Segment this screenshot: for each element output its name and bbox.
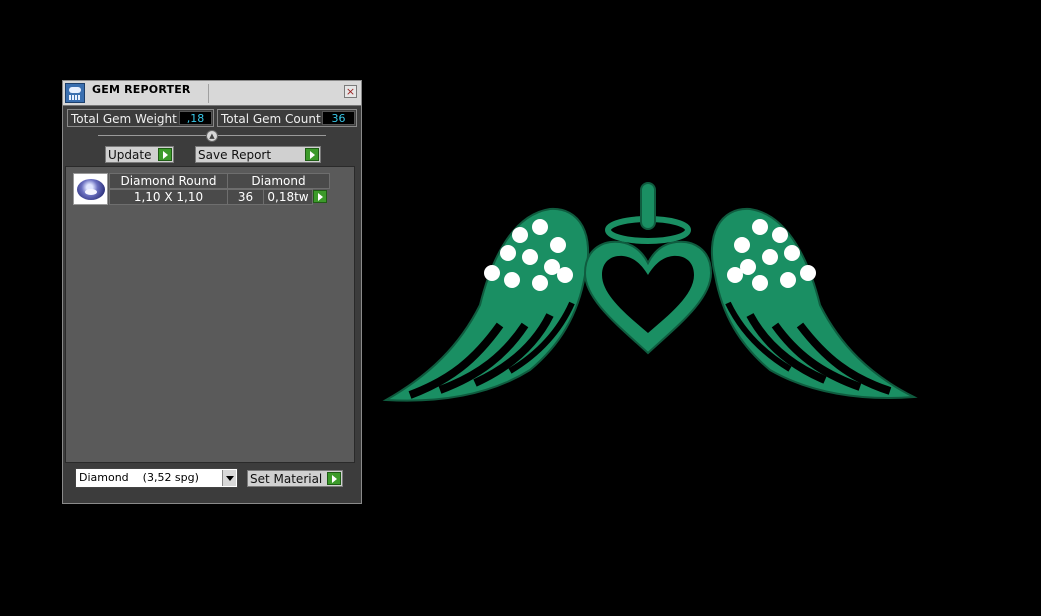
gem-reporter-panel: GEM REPORTER × Total Gem Weight ,18 Tota… (62, 80, 362, 504)
gem-stone (772, 227, 788, 243)
gem-shape-cell: Diamond Round (109, 173, 228, 189)
save-report-button[interactable]: Save Report (195, 146, 321, 163)
set-material-button[interactable]: Set Material (247, 470, 343, 487)
title-divider (208, 84, 209, 103)
update-button-label: Update (108, 148, 152, 162)
gem-count-cell: 36 (227, 189, 264, 205)
window-title: GEM REPORTER (92, 83, 191, 96)
gem-size-cell: 1,10 X 1,10 (109, 189, 228, 205)
gem-stone (500, 245, 516, 261)
total-gem-count-value: 36 (322, 111, 355, 125)
gem-material-cell: Diamond (227, 173, 330, 189)
save-report-button-label: Save Report (198, 148, 272, 162)
gem-stone (532, 219, 548, 235)
material-select-value: Diamond (3,52 spg) (79, 471, 199, 484)
play-arrow-icon[interactable] (313, 190, 327, 203)
gem-stone (800, 265, 816, 281)
3d-viewport[interactable] (380, 175, 920, 415)
gem-stone (780, 272, 796, 288)
total-gem-weight-value: ,18 (179, 111, 212, 125)
gem-stone (522, 249, 538, 265)
total-gem-count-field: Total Gem Count 36 (217, 109, 357, 127)
heart-pendant-model (583, 182, 713, 355)
set-material-button-label: Set Material (250, 472, 323, 486)
gem-reporter-icon (65, 83, 85, 103)
gem-stone (504, 272, 520, 288)
gem-list: Diamond Round Diamond 1,10 X 1,10 36 0,1… (65, 166, 355, 463)
gem-weight-cell: 0,18tw (263, 189, 313, 205)
play-arrow-icon[interactable] (327, 472, 341, 485)
gem-stone (484, 265, 500, 281)
gem-stone (550, 237, 566, 253)
chevron-down-icon[interactable] (222, 470, 236, 486)
total-gem-weight-label: Total Gem Weight (71, 112, 177, 126)
panel-slider-handle[interactable]: ▲ (206, 130, 218, 142)
gem-stone (557, 267, 573, 283)
total-gem-count-label: Total Gem Count (221, 112, 321, 126)
update-button[interactable]: Update (105, 146, 174, 163)
play-arrow-icon[interactable] (158, 148, 172, 161)
gem-stone (727, 267, 743, 283)
gem-stone (752, 275, 768, 291)
gem-stone (762, 249, 778, 265)
gem-stone (734, 237, 750, 253)
gem-stone (512, 227, 528, 243)
gem-stone (784, 245, 800, 261)
gem-thumbnail-icon (73, 173, 108, 205)
material-select[interactable]: Diamond (3,52 spg) (75, 468, 238, 488)
title-bar[interactable]: GEM REPORTER × (63, 81, 361, 106)
total-gem-weight-field: Total Gem Weight ,18 (67, 109, 214, 127)
close-button[interactable]: × (344, 85, 357, 98)
play-arrow-icon[interactable] (305, 148, 319, 161)
gem-stone (532, 275, 548, 291)
gem-stone (752, 219, 768, 235)
